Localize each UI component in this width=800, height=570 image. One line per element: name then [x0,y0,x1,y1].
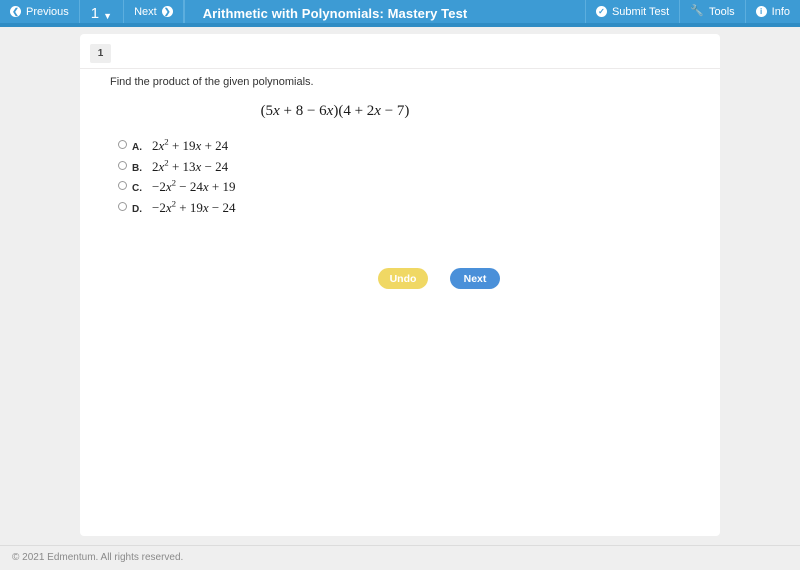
tools-button[interactable]: 🔧 Tools [679,0,744,23]
info-circle-icon: i [755,6,767,17]
next-nav-button-label: Next [134,5,157,18]
expression-segment: + 8 − 6 [279,103,327,120]
option-letter-d: D. [132,203,142,215]
option-row-b[interactable]: B. 2x2 + 13x − 24 [118,158,700,180]
option-letter-c: C. [132,183,142,195]
expression-variable: x [273,103,280,120]
option-segment: − 24 [201,158,229,174]
previous-button-label: Previous [26,5,69,18]
option-segment: + 19 [208,179,236,195]
card-divider [80,68,720,69]
page-number-value: 1 [90,5,100,22]
radio-option-a[interactable] [118,140,127,150]
option-text-c: −2x2 − 24x + 19 [152,179,236,195]
option-letter-b: B. [132,162,142,174]
expression-segment: − 7) [380,103,410,120]
wrench-icon: 🔧 [690,5,704,17]
option-text-d: −2x2 + 19x − 24 [152,199,236,216]
option-row-c[interactable]: C. −2x2 − 24x + 19 [118,179,700,200]
footer-copyright: © 2021 Edmentum. All rights reserved. [12,552,184,563]
option-text-b: 2x2 + 13x − 24 [152,158,229,175]
chevron-down-icon: ▼ [103,10,113,21]
radio-option-c[interactable] [118,181,127,191]
undo-button[interactable]: Undo [378,268,428,289]
option-coefficient: −2 [152,199,166,215]
arrow-circle-left-icon: ❮ [10,6,21,17]
test-title: Arithmetic with Polynomials: Mastery Tes… [183,0,585,27]
topbar-right-actions: ✓ Submit Test 🔧 Tools i Info [584,0,800,27]
expression-segment: )(4 + 2 [333,103,375,120]
option-text-a: 2x2 + 19x + 24 [152,138,228,154]
option-row-d[interactable]: D. −2x2 + 19x − 24 [118,199,700,221]
option-letter-a: A. [132,142,142,154]
submit-test-button[interactable]: ✓ Submit Test [584,0,679,23]
previous-button[interactable]: ❮ Previous [0,0,80,23]
footer-divider [0,545,800,546]
question-prompt: Find the product of the given polynomial… [110,76,314,88]
option-segment: + 19 [176,199,203,215]
option-segment: + 19 [168,138,196,154]
action-buttons: Undo Next [378,268,500,289]
top-navigation-bar: ❮ Previous 1 ▼ Next ❯ Arithmetic with Po… [0,0,800,27]
expression-variable: x [374,103,381,120]
expression-segment: (5 [260,103,274,120]
option-segment: − 24 [208,199,236,215]
question-body: Find the product of the given polynomial… [110,75,700,289]
question-expression: (5x + 8 − 6x)(4 + 2x − 7) [110,103,700,120]
option-segment: − 24 [176,179,203,195]
page-number-dropdown[interactable]: 1 ▼ [80,0,125,27]
tools-label: Tools [708,5,735,18]
option-segment: + 13 [168,158,196,174]
option-row-a[interactable]: A. 2x2 + 19x + 24 [118,138,700,159]
option-segment: + 24 [201,138,229,154]
radio-option-b[interactable] [118,160,127,170]
submit-test-label: Submit Test [611,5,670,18]
info-button[interactable]: i Info [744,0,800,23]
next-button[interactable]: Next [450,268,500,289]
info-label: Info [771,5,790,18]
arrow-circle-right-icon: ❯ [161,6,173,17]
radio-option-d[interactable] [118,201,127,211]
check-circle-icon: ✓ [595,6,607,17]
answer-options: A. 2x2 + 19x + 24 B. 2x2 + 13x − 24 C. −… [110,138,700,220]
option-coefficient: −2 [152,179,166,195]
next-nav-button[interactable]: Next ❯ [124,0,184,23]
question-card: 1 Find the product of the given polynomi… [80,34,720,536]
question-number-badge: 1 [90,44,111,63]
